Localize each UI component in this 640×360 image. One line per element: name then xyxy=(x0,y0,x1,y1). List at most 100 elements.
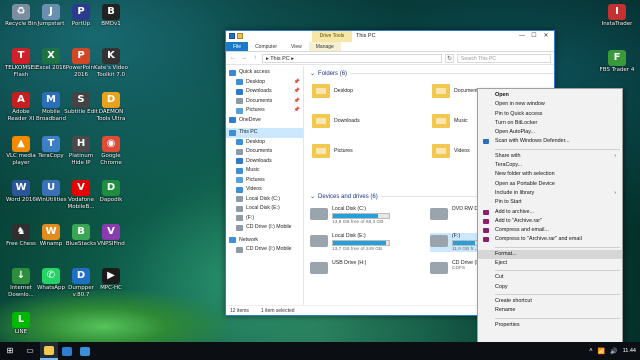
taskbar-app-button[interactable] xyxy=(58,342,76,360)
refresh-button[interactable]: ↻ xyxy=(445,53,454,63)
volume-icon[interactable]: 🔊 xyxy=(610,348,617,355)
bluestacks-icon: B xyxy=(72,224,90,240)
folder-documents[interactable]: Documents xyxy=(432,84,480,98)
network-icon[interactable]: 📶 xyxy=(598,348,605,355)
folder-downloads[interactable]: Downloads xyxy=(312,114,360,128)
sidebar-item-local-disk-c[interactable]: Local Disk (C:) xyxy=(226,195,303,205)
chevron-up-icon[interactable]: ˄ xyxy=(589,348,593,354)
sidebar-item-f[interactable]: (F:) xyxy=(226,214,303,224)
title-bar[interactable]: Drive Tools This PC — ☐ ✕ xyxy=(226,31,554,42)
menu-item-cut[interactable]: Cut xyxy=(478,273,622,282)
menu-item-share-with[interactable]: Share with › xyxy=(478,152,622,161)
sidebar-item-desktop[interactable]: Desktop xyxy=(226,138,303,148)
desktop-shortcut[interactable]: K Kate's Video Toolkit 7.0 xyxy=(92,48,130,78)
clock[interactable]: 11.44 xyxy=(623,348,636,354)
menu-item-open-autoplay[interactable]: Open AutoPlay... xyxy=(478,128,622,137)
drive-cd-drive-i[interactable]: CD Drive (I:) CDFS xyxy=(430,260,481,274)
menu-item-format[interactable]: Format... xyxy=(478,249,622,260)
menu-item-open-in-new-window[interactable]: Open in new window xyxy=(478,100,622,109)
sidebar-item-this-pc[interactable]: This PC xyxy=(226,128,303,138)
menu-item-create-shortcut[interactable]: Create shortcut xyxy=(478,297,622,306)
sidebar-item-downloads[interactable]: Downloads 📌 xyxy=(226,87,303,97)
menu-item-open[interactable]: Open xyxy=(478,91,622,100)
sidebar-item-onedrive[interactable]: OneDrive xyxy=(226,116,303,126)
drive-local-disk-e[interactable]: Local Disk (E:) 13,7 GB free of 249 GB xyxy=(310,233,390,252)
local-disk-c-icon xyxy=(236,196,243,203)
minimize-button[interactable]: — xyxy=(516,31,528,42)
desktop-shortcut[interactable]: ◉ Google Chrome xyxy=(92,136,130,166)
sidebar-item-pictures[interactable]: Pictures 📌 xyxy=(226,106,303,116)
vlc-icon: ▲ xyxy=(12,136,30,152)
folder-videos[interactable]: Videos xyxy=(432,144,470,158)
menu-item-turn-on-bitlocker[interactable]: Turn on BitLocker xyxy=(478,119,622,128)
menu-item-new-folder-with-selection[interactable]: New folder with selection xyxy=(478,170,622,179)
maximize-button[interactable]: ☐ xyxy=(528,31,540,42)
menu-item-eject[interactable]: Eject xyxy=(478,259,622,268)
sidebar-item-documents[interactable]: Documents xyxy=(226,147,303,157)
taskbar-app-button[interactable] xyxy=(40,342,58,360)
tab-manage[interactable]: Manage xyxy=(308,42,341,51)
back-button[interactable]: ← xyxy=(229,55,237,61)
search-input[interactable]: Search This PC xyxy=(457,53,551,63)
menu-item-add-to-archive-rar[interactable]: Add to "Archive.rar" xyxy=(478,217,622,226)
menu-item-open-as-portable-device[interactable]: Open as Portable Device xyxy=(478,180,622,189)
menu-item-add-to-archive[interactable]: Add to archive... xyxy=(478,208,622,217)
menu-item-compress-and-email[interactable]: Compress and email... xyxy=(478,226,622,235)
desktop-shortcut[interactable]: F FBS Trader 4 xyxy=(598,50,636,74)
drive-info: Local Disk (E:) 13,7 GB free of 249 GB xyxy=(332,233,390,252)
desktop-shortcut[interactable]: D DAEMON Tools Ultra xyxy=(92,92,130,122)
drive-local-disk-c[interactable]: Local Disk (C:) 13,8 GB free of 68,3 GB xyxy=(310,206,390,225)
sidebar-item-network[interactable]: Network xyxy=(226,236,303,246)
menu-item-pin-to-quick-access[interactable]: Pin to Quick access xyxy=(478,110,622,119)
menu-item-rename[interactable]: Rename xyxy=(478,306,622,315)
sidebar-item-videos[interactable]: Videos xyxy=(226,185,303,195)
sidebar-item-downloads[interactable]: Downloads xyxy=(226,157,303,167)
menu-item-teracopy[interactable]: TeraCopy... xyxy=(478,161,622,170)
menu-item-include-in-library[interactable]: Include in library › xyxy=(478,189,622,198)
menu-item-compress-to-archive-rar-and-email[interactable]: Compress to "Archive.rar" and email xyxy=(478,235,622,244)
sidebar-item-documents[interactable]: Documents 📌 xyxy=(226,97,303,107)
desktop-shortcut[interactable]: V VNPSIFind xyxy=(92,224,130,248)
tab-view[interactable]: View xyxy=(284,42,309,51)
sidebar-item-cd-drive-i-mobile[interactable]: CD Drive (I:) Mobile xyxy=(226,245,303,255)
start-button[interactable]: ⊞ xyxy=(0,342,20,360)
menu-item-label: Pin to Quick access xyxy=(495,110,543,117)
sidebar-item-pictures[interactable]: Pictures xyxy=(226,176,303,186)
close-button[interactable]: ✕ xyxy=(540,31,552,42)
desktop-shortcut[interactable]: B BMDv1 xyxy=(92,4,130,28)
new-folder-icon[interactable] xyxy=(237,33,243,39)
folders-section-header[interactable]: ⌄ Folders (6) xyxy=(310,70,554,77)
folder-label: Desktop xyxy=(334,88,354,94)
tab-computer[interactable]: Computer xyxy=(248,42,284,51)
drive-dvd-rw-d[interactable]: DVD RW D... xyxy=(430,206,482,220)
menu-item-pin-to-start[interactable]: Pin to Start xyxy=(478,198,622,207)
folder-pictures[interactable]: Pictures xyxy=(312,144,353,158)
tab-file[interactable]: File xyxy=(226,42,249,51)
file-explorer-icon xyxy=(44,345,54,355)
drive-icon xyxy=(430,208,448,220)
desktop-shortcut[interactable]: ▶ MPC-HC xyxy=(92,268,130,292)
desktop-shortcut[interactable]: D Dapodik xyxy=(92,180,130,204)
desktop-shortcut[interactable]: L LINE xyxy=(2,312,40,336)
task-view-button[interactable]: ▭ xyxy=(20,342,40,360)
drive-tools-context-tab[interactable]: Drive Tools xyxy=(312,31,352,42)
folder-music[interactable]: Music xyxy=(432,114,468,128)
taskbar-app-button[interactable] xyxy=(76,342,94,360)
sidebar-item-quick-access[interactable]: Quick access xyxy=(226,68,303,78)
menu-item-scan-with-windows-defender[interactable]: Scan with Windows Defender... xyxy=(478,137,622,146)
drive-usb-drive-h[interactable]: USB Drive (H:) xyxy=(310,260,366,274)
properties-icon[interactable] xyxy=(229,33,235,39)
menu-item-properties[interactable]: Properties xyxy=(478,321,622,330)
sidebar-item-music[interactable]: Music xyxy=(226,166,303,176)
path-input[interactable]: ▸ This PC ▸ xyxy=(262,53,442,63)
winamp-icon: W xyxy=(42,224,60,240)
sidebar-item-desktop[interactable]: Desktop 📌 xyxy=(226,78,303,88)
folder-desktop[interactable]: Desktop xyxy=(312,84,353,98)
sidebar-item-cd-drive-i-mobile[interactable]: CD Drive (I:) Mobile xyxy=(226,223,303,233)
forward-button[interactable]: → xyxy=(240,55,248,61)
sidebar-item-local-disk-e[interactable]: Local Disk (E:) xyxy=(226,204,303,214)
up-button[interactable]: ↑ xyxy=(251,55,259,61)
menu-item-copy[interactable]: Copy xyxy=(478,283,622,292)
winrar-icon xyxy=(483,228,489,234)
desktop-shortcut[interactable]: I InstaTrader xyxy=(598,4,636,28)
